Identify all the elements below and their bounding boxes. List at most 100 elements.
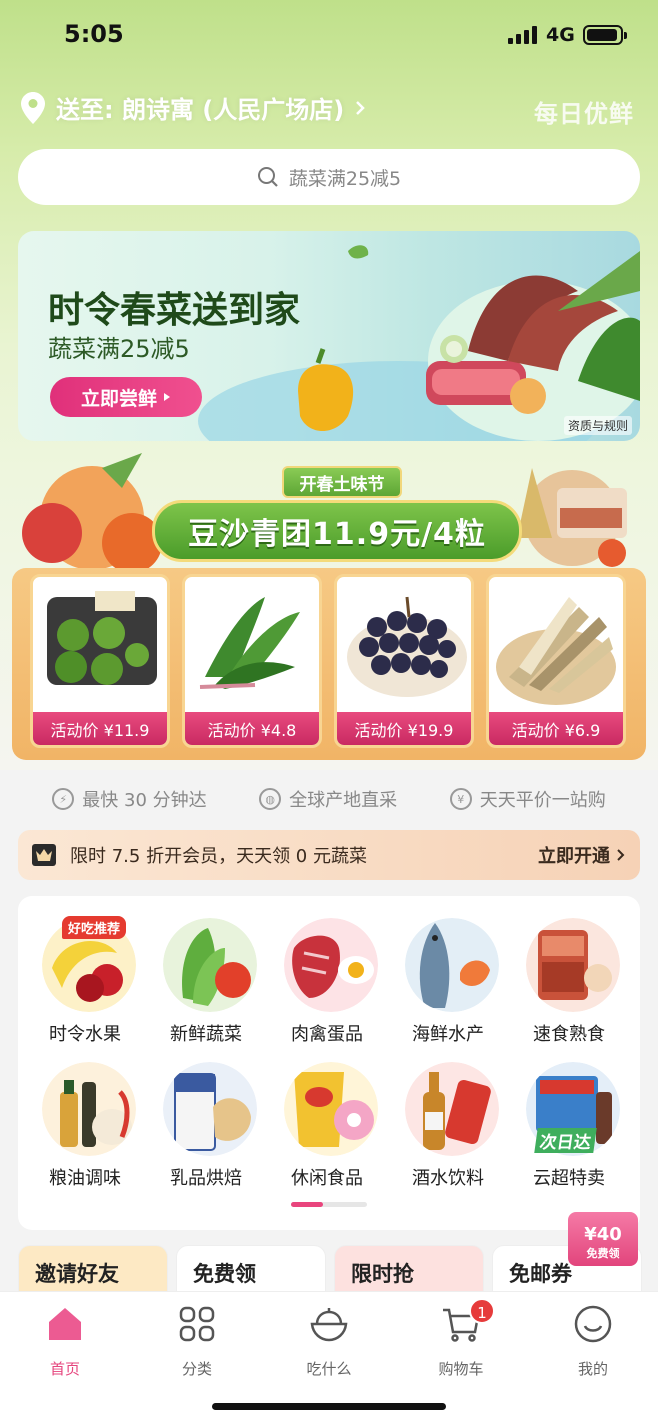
category-drinks[interactable]: 酒水饮料 <box>393 1052 503 1189</box>
strip-label: 限时抢 <box>351 1262 414 1286</box>
brand-logo: 每日优鲜 <box>534 100 634 128</box>
signal-icon <box>508 26 537 44</box>
category-label: 云超特卖 <box>533 1168 605 1189</box>
tab-label: 我的 <box>577 1360 608 1378</box>
category-label: 肉禽蛋品 <box>291 1024 363 1045</box>
play-arrow-icon <box>164 393 170 401</box>
promo-headline: 豆沙青团11.9元/4粒 <box>152 500 522 562</box>
promo-item-card[interactable]: 活动价 ¥6.9 <box>486 574 626 748</box>
lightning-icon: ⚡ <box>52 788 75 810</box>
activate-membership-button[interactable]: 立即开通 <box>538 842 626 868</box>
strip-label: 免费领 <box>193 1262 256 1286</box>
promo-item-price: 活动价 ¥6.9 <box>489 712 623 745</box>
promo-item-card[interactable]: 活动价 ¥11.9 <box>30 574 170 748</box>
category-ready-meals[interactable]: 速食熟食 <box>514 908 624 1045</box>
milk-icon <box>163 1062 257 1156</box>
delivery-address[interactable]: 送至: 朗诗寓 (人民广场店) <box>20 90 366 125</box>
beverage-icon <box>405 1062 499 1156</box>
feature-label: 全球产地直采 <box>289 790 398 811</box>
category-label: 时令水果 <box>49 1024 121 1045</box>
cart-badge: 1 <box>469 1298 495 1324</box>
service-features: ⚡ 最快 30 分钟达 ◍ 全球产地直采 ¥ 天天平价一站购 <box>0 776 658 822</box>
category-dairy-bakery[interactable]: 乳品烘焙 <box>151 1052 261 1189</box>
next-day-badge: 次日达 <box>534 1128 597 1153</box>
gift-amount: ¥40 <box>584 1224 622 1245</box>
vegetable-icon <box>163 918 257 1012</box>
category-seafood[interactable]: 海鲜水产 <box>393 908 503 1045</box>
network-type: 4G <box>546 24 575 46</box>
tab-label: 购物车 <box>438 1360 484 1378</box>
banner-title: 时令春菜送到家 <box>48 290 301 331</box>
bowl-icon <box>310 1308 348 1342</box>
grapes-image <box>347 596 467 697</box>
rules-link[interactable]: 资质与规则 <box>563 416 632 435</box>
search-placeholder: 蔬菜满25减5 <box>288 167 402 190</box>
category-grid: 时令水果 新鲜蔬菜 肉禽蛋品 海鲜水产 速食熟食 粮油调味 乳品烘焙 休闲食品 … <box>18 896 640 1230</box>
promo-item-card[interactable]: 活动价 ¥4.8 <box>182 574 322 748</box>
chips-icon <box>284 1062 378 1156</box>
category-meat-eggs[interactable]: 肉禽蛋品 <box>272 908 382 1045</box>
fish-icon <box>405 918 499 1012</box>
membership-text: 限时 7.5 折开会员，天天领 0 元蔬菜 <box>70 846 367 867</box>
category-grain-oil[interactable]: 粮油调味 <box>30 1052 140 1189</box>
recommend-badge: 好吃推荐 <box>62 916 127 939</box>
tab-label: 首页 <box>49 1360 80 1378</box>
grid-icon <box>179 1306 215 1342</box>
feature-item: ¥ 天天平价一站购 <box>449 786 606 812</box>
status-bar: 5:05 4G <box>0 0 658 70</box>
category-label: 休闲食品 <box>291 1168 363 1189</box>
promo-item-price: 活动价 ¥4.8 <box>185 712 319 745</box>
strip-label: 免邮券 <box>509 1262 572 1286</box>
tab-category[interactable]: 分类 <box>147 1304 247 1379</box>
tab-home[interactable]: 首页 <box>15 1304 115 1379</box>
category-label: 酒水饮料 <box>412 1168 484 1189</box>
category-label: 速食熟食 <box>533 1024 605 1045</box>
membership-banner[interactable]: 限时 7.5 折开会员，天天领 0 元蔬菜 立即开通 <box>18 830 640 880</box>
festival-tag: 开春土味节 <box>282 466 402 498</box>
try-now-button[interactable]: 立即尝鲜 <box>50 377 202 417</box>
category-snacks[interactable]: 休闲食品 <box>272 1052 382 1189</box>
search-bar[interactable]: 蔬菜满25减5 <box>18 149 640 205</box>
status-time: 5:05 <box>64 20 124 48</box>
feature-label: 最快 30 分钟达 <box>82 790 207 811</box>
strip-label: 邀请好友 <box>35 1262 119 1286</box>
category-pagination <box>291 1202 367 1207</box>
category-label: 海鲜水产 <box>412 1024 484 1045</box>
yuan-icon: ¥ <box>449 788 472 810</box>
category-label: 粮油调味 <box>49 1168 121 1189</box>
try-now-label: 立即尝鲜 <box>80 387 157 410</box>
battery-icon <box>583 25 627 45</box>
coupon-gift-button[interactable]: ¥40 免费领 <box>568 1212 638 1266</box>
feature-item: ◍ 全球产地直采 <box>259 786 397 812</box>
home-indicator <box>212 1403 446 1410</box>
banner-subtitle: 蔬菜满25减5 <box>48 335 190 363</box>
category-label: 乳品烘焙 <box>170 1168 242 1189</box>
tab-label: 吃什么 <box>306 1360 352 1378</box>
ready-meal-icon <box>526 918 620 1012</box>
tab-profile[interactable]: 我的 <box>543 1304 643 1379</box>
tab-what-to-eat[interactable]: 吃什么 <box>279 1304 379 1379</box>
tab-label: 分类 <box>181 1360 212 1378</box>
qingtuan-image <box>47 591 157 685</box>
delivery-label: 送至: 朗诗寓 (人民广场店) <box>56 96 345 124</box>
promo-item-price: 活动价 ¥11.9 <box>33 712 167 745</box>
smile-icon <box>574 1305 612 1343</box>
category-label: 新鲜蔬菜 <box>170 1024 242 1045</box>
globe-icon: ◍ <box>259 788 282 810</box>
meat-icon <box>284 918 378 1012</box>
spinach-image <box>199 597 300 689</box>
crown-icon <box>32 844 56 866</box>
oil-bottle-icon <box>42 1062 136 1156</box>
location-pin-icon <box>21 91 45 124</box>
category-supermarket[interactable]: 云超特卖 <box>514 1052 624 1189</box>
home-icon <box>49 1308 81 1340</box>
spring-vegetable-banner[interactable]: 时令春菜送到家 蔬菜满25减5 立即尝鲜 资质与规则 <box>18 231 640 441</box>
chevron-right-icon <box>617 849 625 861</box>
tab-cart[interactable]: 1 购物车 <box>411 1298 511 1379</box>
gift-label: 免费领 <box>586 1247 620 1260</box>
spring-festival-promo[interactable]: 开春土味节 豆沙青团11.9元/4粒 活动价 ¥11.9 活动价 ¥4.8 活动… <box>12 448 646 760</box>
promo-item-card[interactable]: 活动价 ¥19.9 <box>334 574 474 748</box>
category-vegetables[interactable]: 新鲜蔬菜 <box>151 908 261 1045</box>
feature-item: ⚡ 最快 30 分钟达 <box>52 786 207 812</box>
chevron-right-icon <box>356 100 366 115</box>
